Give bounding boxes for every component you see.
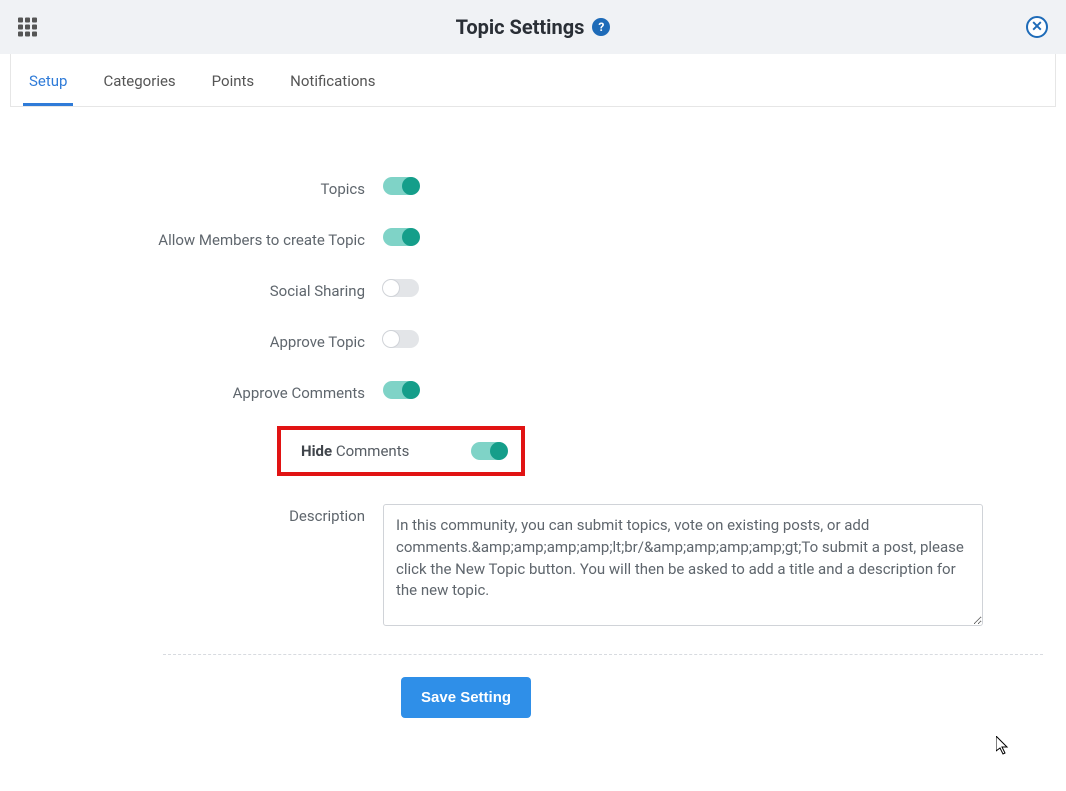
- help-icon[interactable]: ?: [592, 18, 610, 36]
- save-button[interactable]: Save Setting: [401, 677, 531, 718]
- label-approve-comments: Approve Comments: [83, 381, 383, 404]
- label-description: Description: [83, 504, 383, 527]
- tab-categories[interactable]: Categories: [85, 54, 193, 106]
- toggle-topics[interactable]: [383, 177, 419, 195]
- modal-header: Topic Settings ? ✕: [0, 0, 1066, 54]
- tab-notifications[interactable]: Notifications: [272, 54, 393, 106]
- close-icon[interactable]: ✕: [1026, 16, 1048, 38]
- toggle-social-sharing[interactable]: [383, 279, 419, 297]
- tab-setup[interactable]: Setup: [11, 54, 85, 106]
- label-hide-comments-rest: Comments: [332, 442, 409, 460]
- page-title-text: Topic Settings: [456, 15, 585, 39]
- label-topics: Topics: [83, 177, 383, 200]
- divider: [163, 654, 1043, 655]
- label-approve-topic: Approve Topic: [83, 330, 383, 353]
- toggle-approve-topic[interactable]: [383, 330, 419, 348]
- page-title: Topic Settings ?: [456, 15, 611, 39]
- description-textarea[interactable]: [383, 504, 983, 626]
- highlight-hide-comments: Hide Comments: [277, 426, 525, 476]
- toggle-allow-members[interactable]: [383, 228, 419, 246]
- cursor-icon: [996, 736, 1012, 761]
- apps-grid-icon[interactable]: [18, 18, 37, 37]
- toggle-hide-comments[interactable]: [471, 442, 507, 460]
- label-allow-members: Allow Members to create Topic: [83, 228, 383, 251]
- tab-points[interactable]: Points: [194, 54, 273, 106]
- toggle-approve-comments[interactable]: [383, 381, 419, 399]
- label-hide-comments: Hide Comments: [281, 442, 471, 460]
- settings-form: Topics Allow Members to create Topic Soc…: [43, 177, 1023, 718]
- tabs-bar: Setup Categories Points Notifications: [10, 54, 1056, 107]
- label-social-sharing: Social Sharing: [83, 279, 383, 302]
- label-hide-comments-strong: Hide: [301, 442, 332, 460]
